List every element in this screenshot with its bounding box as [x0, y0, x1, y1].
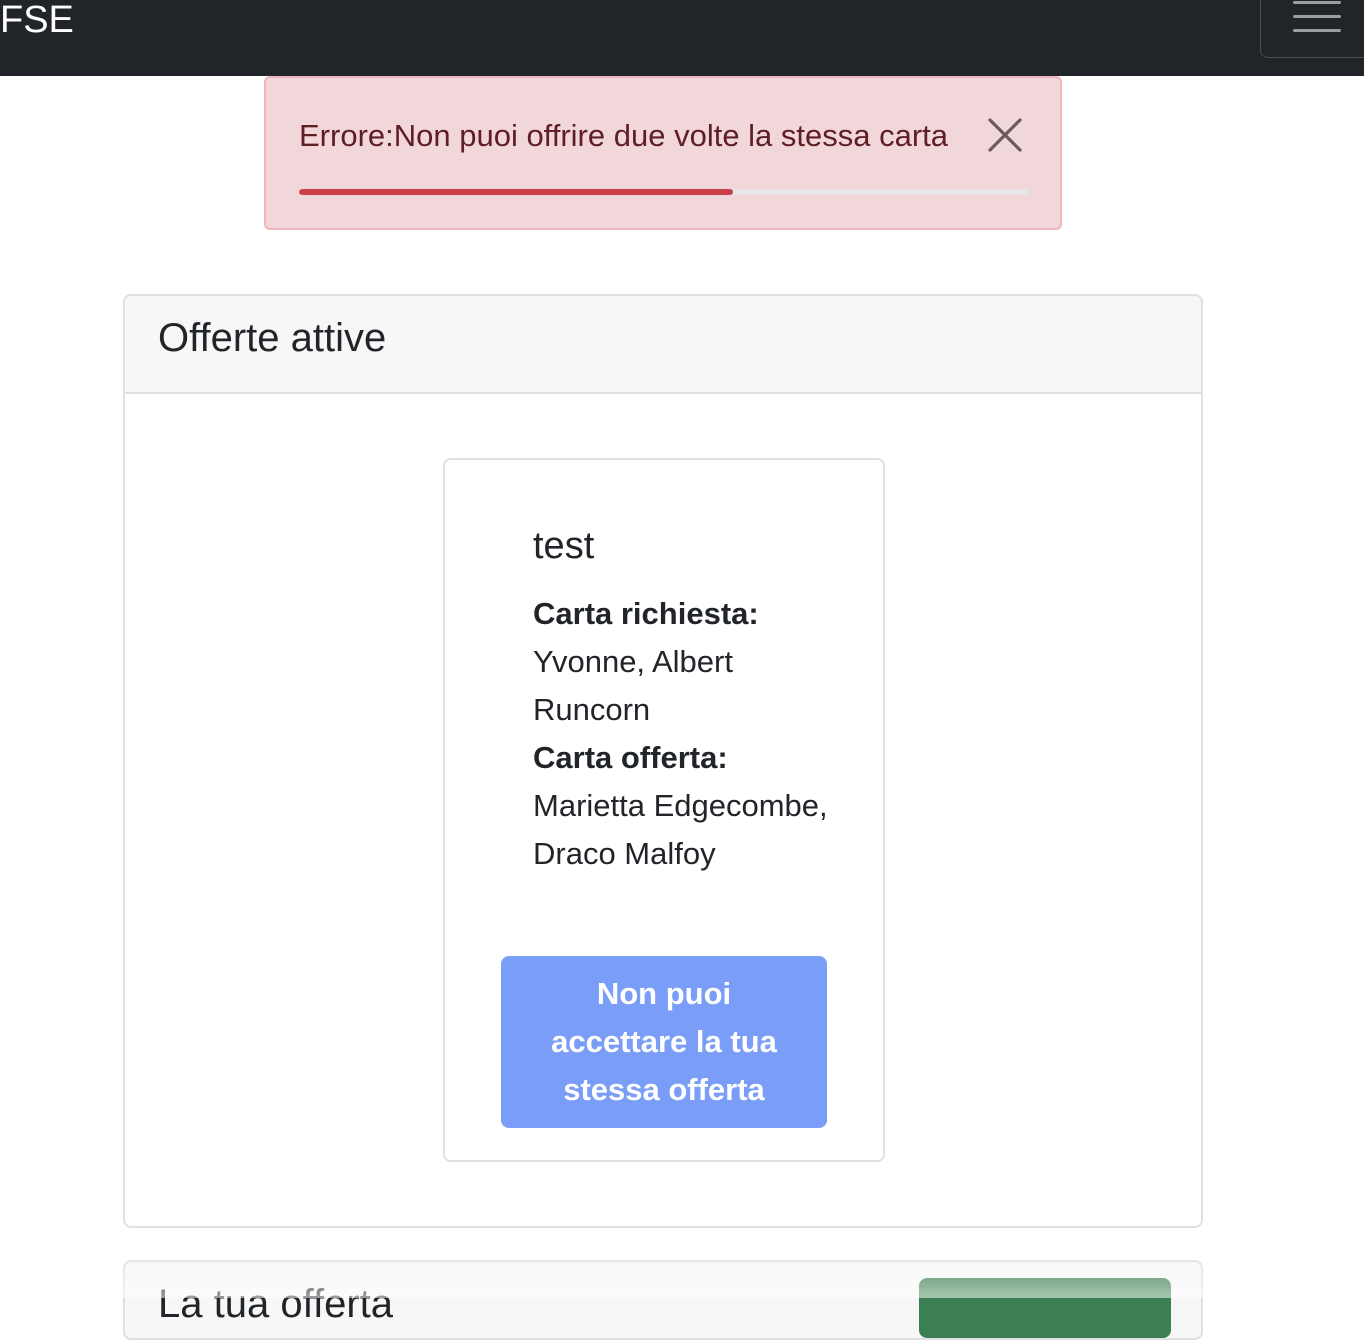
alert-progress-fill: [299, 189, 734, 195]
offered-card-label: Carta offerta:: [533, 740, 728, 775]
offer-title: test: [533, 525, 595, 567]
offer-card: test Carta richiesta: Yvonne, Albert Run…: [443, 458, 885, 1162]
my-offer-action-button[interactable]: [919, 1278, 1171, 1338]
hamburger-bar: [1293, 15, 1341, 18]
error-alert: Errore:Non puoi offrire due volte la ste…: [264, 76, 1062, 230]
accept-offer-button-disabled[interactable]: Non puoi accettare la tua stessa offerta: [501, 956, 827, 1128]
active-offers-header: Offerte attive: [125, 296, 1201, 394]
active-offers-title: Offerte attive: [158, 316, 387, 360]
navbar: FSE: [0, 0, 1364, 76]
alert-message: Errore:Non puoi offrire due volte la ste…: [299, 118, 949, 153]
brand-logo[interactable]: FSE: [0, 0, 74, 42]
hamburger-menu-icon: [1293, 1, 1341, 4]
hamburger-bar: [1293, 29, 1341, 32]
close-icon[interactable]: [986, 116, 1024, 154]
requested-card-value: Yvonne, Albert Runcorn: [533, 644, 733, 727]
requested-card-label: Carta richiesta:: [533, 596, 759, 631]
my-offer-panel: La tua offerta: [123, 1260, 1203, 1340]
my-offer-title: La tua offerta: [158, 1282, 393, 1326]
active-offers-panel: Offerte attive test Carta richiesta: Yvo…: [123, 294, 1203, 1228]
menu-toggle-button[interactable]: [1260, 0, 1364, 58]
offer-details: Carta richiesta: Yvonne, Albert Runcorn …: [533, 590, 833, 878]
offered-card-value: Marietta Edgecombe, Draco Malfoy: [533, 788, 828, 871]
alert-progress-bar: [299, 189, 1029, 195]
